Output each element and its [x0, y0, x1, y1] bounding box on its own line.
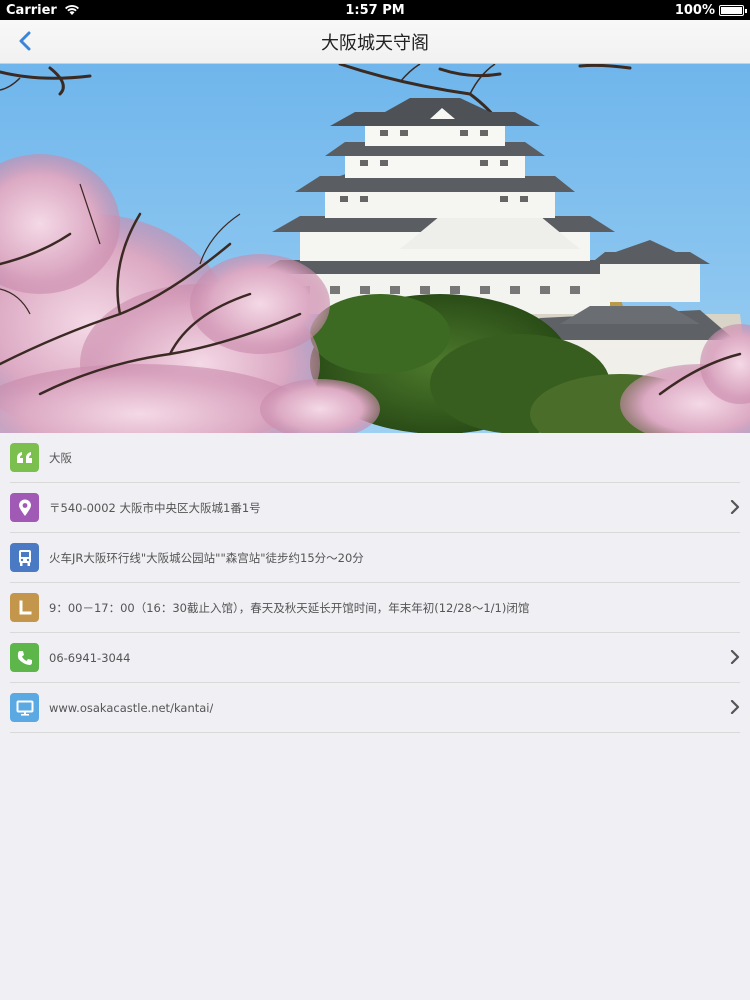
info-text-address: 〒540-0002 大阪市中央区大阪城1番1号 — [49, 500, 261, 515]
info-row-hours: 9：00－17：00（16：30截止入馆），春天及秋天延长开馆时间，年末年初(1… — [10, 583, 740, 633]
info-text-hours: 9：00－17：00（16：30截止入馆），春天及秋天延长开馆时间，年末年初(1… — [49, 600, 530, 615]
quote-icon — [16, 451, 32, 463]
monitor-icon — [16, 700, 33, 716]
bus-icon — [18, 549, 31, 566]
transit-icon-box — [10, 543, 39, 572]
info-text-name: 大阪 — [49, 450, 72, 465]
page-title: 大阪城天守阁 — [321, 32, 429, 54]
chevron-left-icon — [19, 31, 31, 51]
info-list: 大阪 〒540-0002 大阪市中央区大阪城1番1号 火车JR大阪环行线"大阪城… — [0, 433, 750, 733]
phone-icon-box — [10, 643, 39, 672]
chevron-right-icon — [730, 650, 740, 664]
chevron-right-icon — [730, 500, 740, 514]
status-bar: Carrier 1:57 PM 100% — [0, 0, 750, 20]
battery-icon — [719, 4, 747, 16]
wifi-icon — [64, 4, 79, 15]
carrier-label: Carrier — [6, 2, 57, 18]
battery-percent: 100% — [674, 2, 715, 18]
location-pin-icon — [18, 499, 31, 516]
battery-fill — [721, 6, 742, 14]
website-icon-box — [10, 693, 39, 722]
info-row-phone[interactable]: 06-6941-3044 — [10, 633, 740, 683]
location-icon-box — [10, 493, 39, 522]
info-text-phone: 06-6941-3044 — [49, 650, 131, 665]
back-button[interactable] — [10, 26, 40, 56]
castle-photo — [0, 64, 750, 433]
info-text-website: www.osakacastle.net/kantai/ — [49, 700, 214, 715]
quote-icon-box — [10, 443, 39, 472]
phone-icon — [17, 650, 32, 665]
hero-image — [0, 64, 750, 433]
status-time: 1:57 PM — [345, 2, 405, 18]
info-row-address[interactable]: 〒540-0002 大阪市中央区大阪城1番1号 — [10, 483, 740, 533]
info-row-transit: 火车JR大阪环行线"大阪城公园站""森宫站"徒步约15分～20分 — [10, 533, 740, 583]
info-row-website[interactable]: www.osakacastle.net/kantai/ — [10, 683, 740, 733]
clock-icon — [19, 600, 31, 614]
chevron-right-icon — [730, 700, 740, 714]
info-text-transit: 火车JR大阪环行线"大阪城公园站""森宫站"徒步约15分～20分 — [49, 550, 364, 565]
info-row-name: 大阪 — [10, 433, 740, 483]
navigation-bar: 大阪城天守阁 — [0, 20, 750, 64]
hours-icon-box — [10, 593, 39, 622]
